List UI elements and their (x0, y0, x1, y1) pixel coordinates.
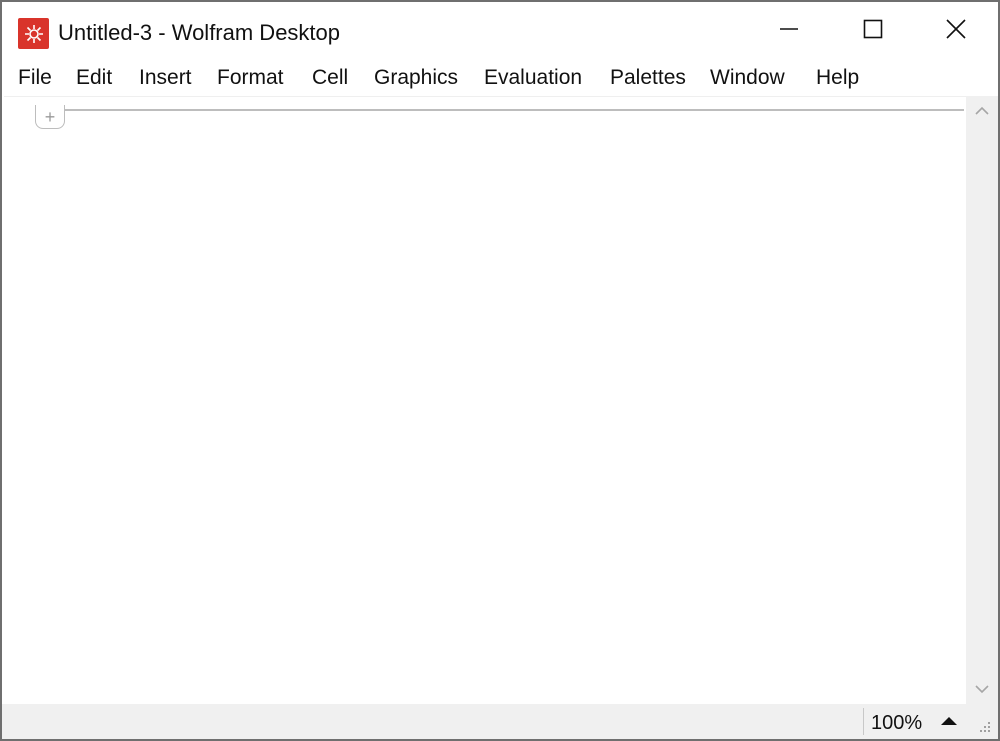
scroll-down-button[interactable] (966, 674, 998, 706)
status-bar: 100% (2, 704, 998, 739)
wolfram-desktop-window: Untitled-3 - Wolfram Desktop File Edit I… (0, 0, 1000, 741)
menu-file[interactable]: File (16, 65, 54, 91)
minimize-icon (779, 19, 799, 44)
cell-insertion-button[interactable]: + (35, 105, 65, 129)
zoom-menu-button[interactable] (938, 714, 960, 730)
chevron-up-icon (975, 103, 989, 121)
resize-grip-icon[interactable] (976, 718, 992, 734)
menu-insert[interactable]: Insert (137, 65, 194, 91)
maximize-icon (863, 19, 883, 44)
menu-cell[interactable]: Cell (310, 65, 350, 91)
notebook-content-area[interactable] (4, 96, 966, 704)
menu-window[interactable]: Window (708, 65, 787, 91)
scroll-up-button[interactable] (966, 96, 998, 128)
title-bar[interactable]: Untitled-3 - Wolfram Desktop (2, 2, 998, 60)
window-title: Untitled-3 - Wolfram Desktop (58, 20, 341, 45)
status-divider (863, 708, 864, 735)
maximize-button[interactable] (831, 2, 915, 60)
close-button[interactable] (914, 2, 998, 60)
close-icon (945, 18, 967, 45)
cell-insertion-bar[interactable] (65, 109, 964, 111)
zoom-level[interactable]: 100% (871, 711, 922, 735)
menu-bar: File Edit Insert Format Cell Graphics Ev… (2, 60, 998, 96)
plus-icon: + (44, 106, 56, 127)
vertical-scrollbar[interactable] (966, 96, 998, 704)
triangle-up-icon (940, 713, 958, 731)
menu-help[interactable]: Help (814, 65, 861, 91)
minimize-button[interactable] (747, 2, 831, 60)
menu-format[interactable]: Format (215, 65, 286, 91)
menu-edit[interactable]: Edit (74, 65, 114, 91)
wolfram-spikey-icon[interactable] (18, 18, 49, 49)
menu-evaluation[interactable]: Evaluation (482, 65, 584, 91)
menu-palettes[interactable]: Palettes (608, 65, 688, 91)
menu-graphics[interactable]: Graphics (372, 65, 460, 91)
chevron-down-icon (975, 681, 989, 699)
